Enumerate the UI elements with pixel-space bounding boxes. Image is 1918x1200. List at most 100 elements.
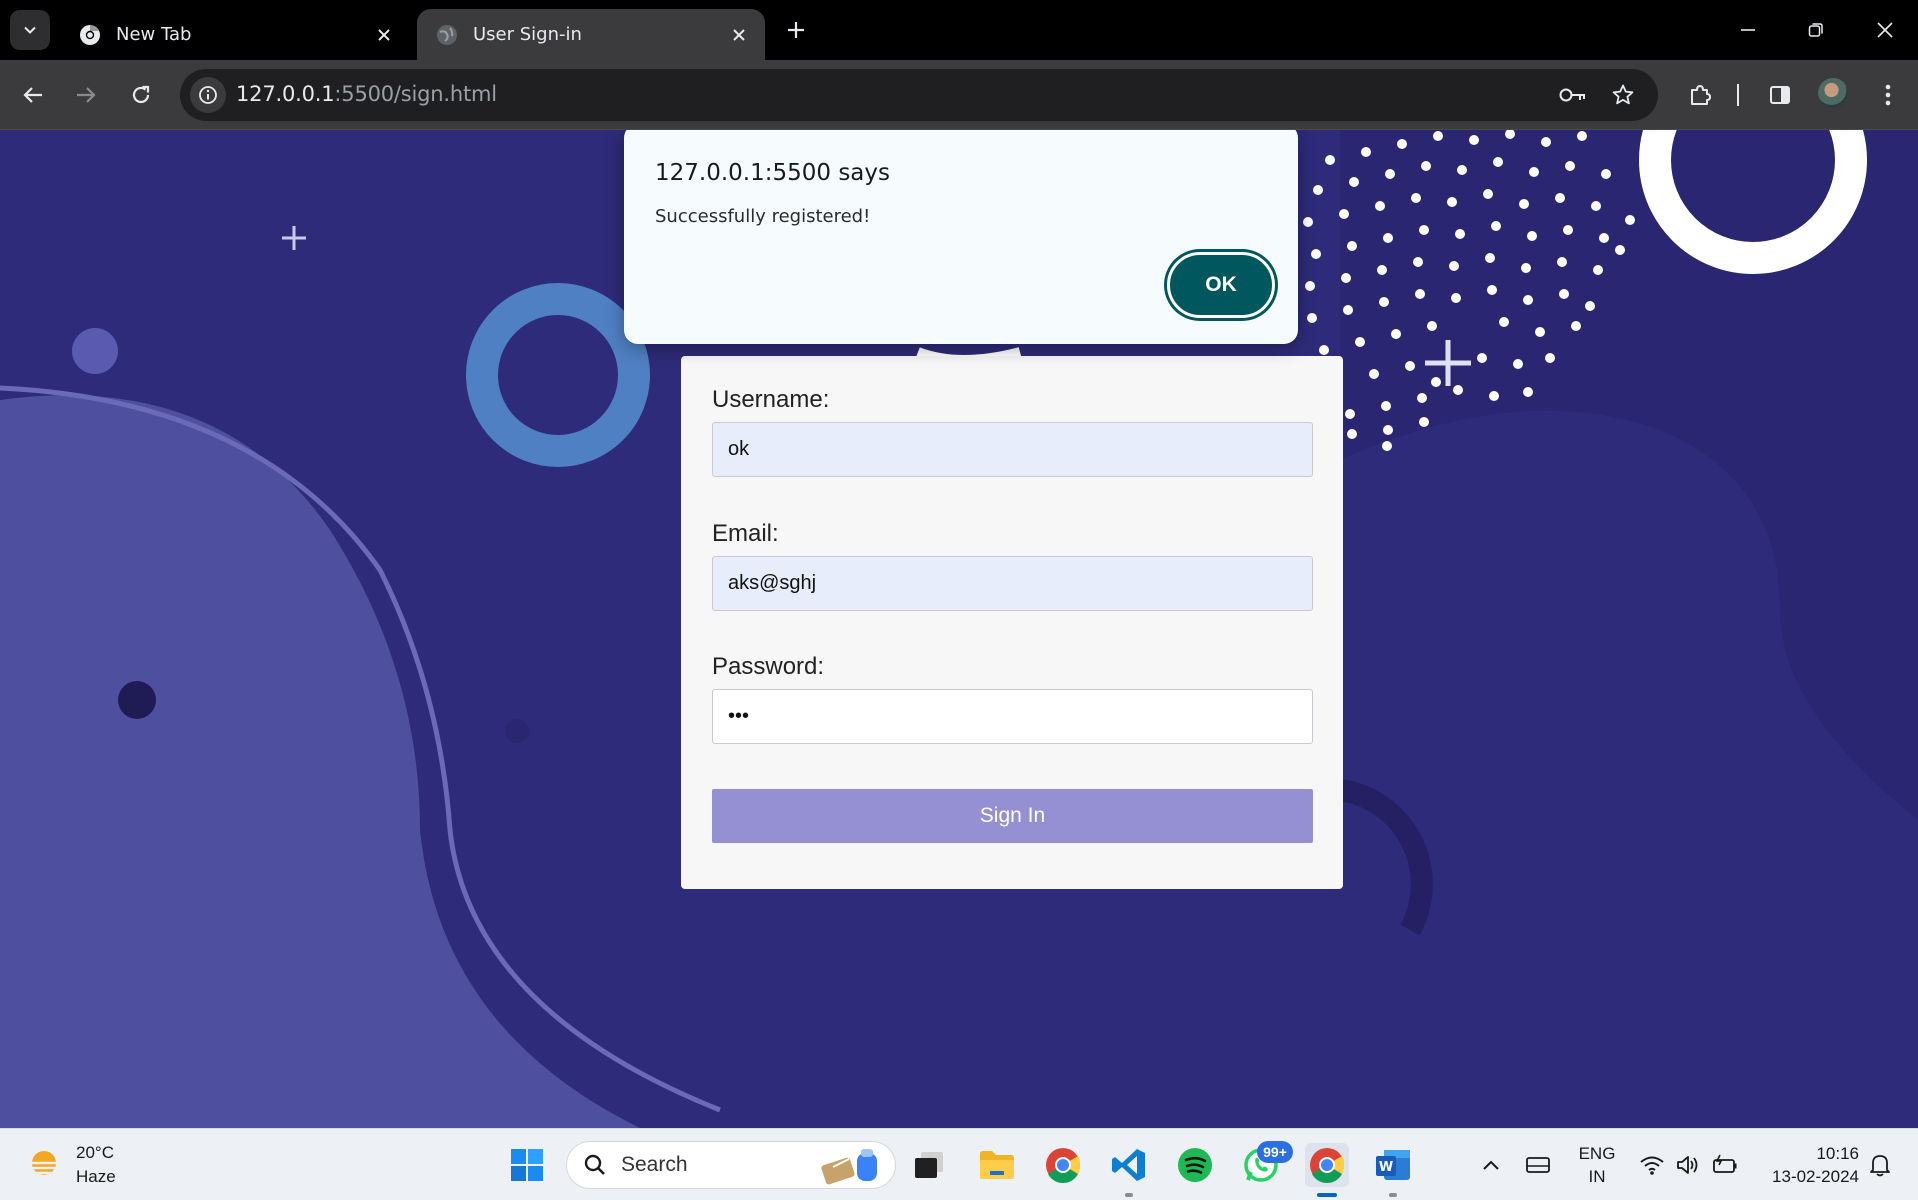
task-view-icon — [915, 1152, 943, 1178]
clock-date: 13-02-2024 — [1772, 1167, 1859, 1186]
bookmark-button[interactable] — [1608, 80, 1638, 110]
window-close-button[interactable] — [1862, 10, 1908, 50]
search-highlight-icon — [821, 1149, 877, 1185]
tab-new-tab[interactable]: New Tab — [60, 9, 410, 60]
alert-dialog: 127.0.0.1:5500 says Successfully registe… — [624, 130, 1298, 344]
search-icon — [584, 1154, 605, 1175]
email-input[interactable]: aks@sghj — [712, 556, 1313, 611]
haze-sun-icon — [30, 1151, 58, 1175]
restore-button[interactable] — [1793, 10, 1839, 50]
back-button[interactable] — [13, 75, 53, 115]
file-explorer-button[interactable] — [975, 1143, 1019, 1187]
touch-keyboard-button[interactable] — [1516, 1143, 1560, 1187]
show-hidden-icons-button[interactable] — [1469, 1143, 1513, 1187]
info-icon — [199, 86, 217, 104]
language-code: ENG — [1578, 1144, 1616, 1163]
username-label: Username: — [712, 386, 830, 413]
url-path: :5500/sign.html — [334, 82, 497, 106]
battery-button[interactable] — [1703, 1143, 1747, 1187]
chrome-active-button[interactable] — [1305, 1143, 1349, 1187]
site-info-button[interactable] — [190, 77, 226, 113]
windows-taskbar: 20°C Haze Search 99+ W ENG IN 10:16 13-0… — [0, 1128, 1918, 1200]
close-icon[interactable] — [725, 21, 753, 49]
weather-widget[interactable]: 20°C Haze — [26, 1141, 116, 1189]
key-icon — [1559, 88, 1585, 102]
minimize-button[interactable] — [1725, 10, 1771, 50]
puzzle-icon — [1691, 85, 1711, 105]
clock[interactable]: 10:16 13-02-2024 — [1755, 1142, 1859, 1188]
arrow-right-icon — [77, 87, 96, 103]
notification-badge: 99+ — [1257, 1141, 1293, 1163]
keyboard-icon — [1526, 1157, 1550, 1173]
running-indicator — [1125, 1193, 1133, 1197]
region-code: IN — [1588, 1167, 1606, 1186]
tab-label: New Tab — [116, 24, 192, 45]
active-indicator — [1317, 1193, 1337, 1197]
profile-avatar[interactable] — [1818, 78, 1848, 108]
email-label: Email: — [712, 520, 779, 547]
chrome-icon — [1046, 1148, 1081, 1183]
chrome-icon — [78, 23, 102, 47]
toolbar-divider — [1737, 84, 1739, 106]
plus-icon — [788, 22, 804, 38]
tab-search-button[interactable] — [10, 10, 50, 50]
close-icon[interactable] — [370, 21, 398, 49]
task-view-button[interactable] — [907, 1143, 951, 1187]
vscode-button[interactable] — [1107, 1143, 1151, 1187]
username-input[interactable]: ok — [712, 422, 1313, 477]
wifi-icon — [1640, 1156, 1664, 1175]
extensions-button[interactable] — [1680, 75, 1720, 115]
folder-icon — [980, 1151, 1014, 1179]
minimize-icon — [1741, 29, 1755, 31]
chrome-icon — [1310, 1148, 1345, 1183]
tab-label: User Sign-in — [473, 24, 582, 45]
ok-button[interactable]: OK — [1167, 252, 1275, 318]
bell-icon — [1870, 1155, 1890, 1177]
weather-temperature: 20°C — [76, 1143, 114, 1162]
word-icon: W — [1376, 1150, 1410, 1180]
speaker-icon — [1677, 1156, 1698, 1174]
chevron-down-icon — [24, 26, 36, 34]
forward-button[interactable] — [66, 75, 106, 115]
chevron-up-icon — [1483, 1160, 1499, 1170]
clock-time: 10:16 — [1816, 1144, 1859, 1163]
sign-in-button[interactable]: Sign In — [712, 789, 1313, 843]
word-button[interactable]: W — [1371, 1143, 1415, 1187]
address-bar[interactable]: 127.0.0.1:5500/sign.html — [180, 69, 1658, 121]
password-key-button[interactable] — [1558, 80, 1588, 110]
weather-description: Haze — [76, 1167, 116, 1186]
spotify-icon — [1178, 1148, 1212, 1182]
svg-text:W: W — [1379, 1160, 1393, 1175]
running-indicator — [1389, 1193, 1397, 1197]
language-indicator[interactable]: ENG IN — [1574, 1142, 1620, 1188]
chrome-app-button[interactable] — [1041, 1143, 1085, 1187]
arrow-left-icon — [23, 87, 42, 103]
dialog-title: 127.0.0.1:5500 says — [655, 160, 890, 186]
sign-in-card: Username: ok Email: aks@sghj Password: •… — [681, 356, 1343, 889]
globe-icon — [435, 23, 459, 47]
close-icon — [1877, 22, 1893, 38]
reload-button[interactable] — [121, 75, 161, 115]
new-tab-button[interactable] — [780, 14, 812, 46]
spotify-button[interactable] — [1173, 1143, 1217, 1187]
start-button[interactable] — [505, 1143, 549, 1187]
vscode-icon — [1112, 1149, 1145, 1181]
restore-icon — [1808, 23, 1823, 37]
reload-icon — [132, 85, 150, 104]
password-input[interactable]: ••• — [712, 689, 1313, 744]
tab-strip: New Tab User Sign-in — [0, 0, 1918, 60]
side-panel-button[interactable] — [1760, 75, 1800, 115]
menu-button[interactable] — [1868, 75, 1908, 115]
notifications-button[interactable] — [1858, 1143, 1902, 1187]
tab-user-sign-in[interactable]: User Sign-in — [417, 9, 765, 60]
url-text: 127.0.0.1:5500/sign.html — [236, 82, 497, 106]
taskbar-search[interactable]: Search — [566, 1141, 896, 1189]
url-host: 127.0.0.1 — [236, 82, 335, 106]
page-viewport: Username: ok Email: aks@sghj Password: •… — [0, 130, 1918, 1128]
search-placeholder: Search — [621, 1153, 688, 1176]
password-label: Password: — [712, 653, 825, 680]
kebab-menu-icon — [1885, 84, 1891, 106]
dialog-message: Successfully registered! — [655, 206, 871, 227]
side-panel-icon — [1770, 86, 1790, 104]
windows-logo-icon — [511, 1149, 543, 1181]
